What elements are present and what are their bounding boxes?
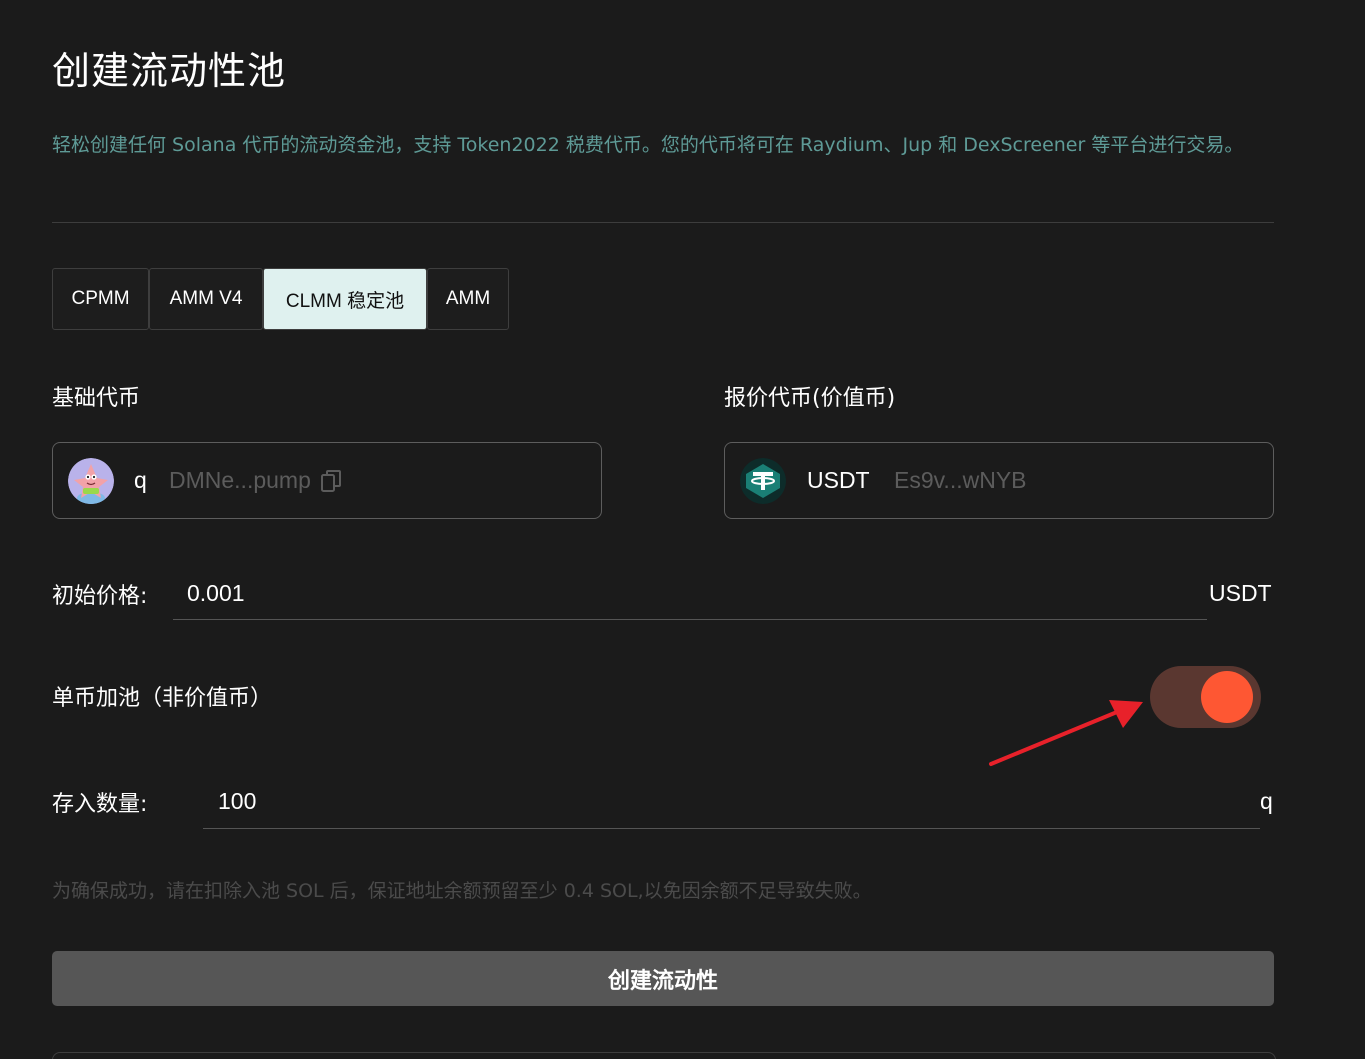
tab-amm-v4[interactable]: AMM V4 — [149, 268, 263, 330]
base-token-symbol: q — [134, 467, 147, 493]
quote-token-selector[interactable]: USDT Es9v...wNYB — [724, 442, 1274, 519]
pool-type-tabs: CPMM AMM V4 CLMM 稳定池 AMM — [52, 268, 509, 330]
page-description: 轻松创建任何 Solana 代币的流动资金池，支持 Token2022 税费代币… — [52, 134, 1244, 156]
toggle-knob — [1201, 671, 1253, 723]
balance-warning-note: 为确保成功，请在扣除入池 SOL 后，保证地址余额预留至少 0.4 SOL,以免… — [52, 880, 872, 902]
tether-logo-icon — [740, 458, 786, 504]
copy-icon[interactable] — [320, 469, 342, 493]
deposit-amount-input[interactable] — [203, 775, 1260, 829]
tab-cpmm[interactable]: CPMM — [52, 268, 149, 330]
create-pool-page: 创建流动性池 轻松创建任何 Solana 代币的流动资金池，支持 Token20… — [0, 0, 1365, 1059]
amount-unit: q — [1260, 788, 1273, 814]
divider — [52, 222, 1274, 223]
tab-clmm[interactable]: CLMM 稳定池 — [263, 268, 427, 330]
patrick-star-avatar-icon — [68, 458, 114, 504]
quote-token-label: 报价代币(价值币) — [724, 386, 896, 411]
page-title: 创建流动性池 — [52, 49, 287, 93]
quote-token-address: Es9v...wNYB — [894, 467, 1027, 493]
bottom-panel — [52, 1052, 1276, 1059]
initial-price-input[interactable] — [173, 568, 1207, 620]
base-token-label: 基础代币 — [52, 386, 141, 411]
red-arrow-annotation — [989, 700, 1143, 766]
tab-amm[interactable]: AMM — [427, 268, 509, 330]
initial-price-label: 初始价格: — [52, 584, 148, 609]
base-token-selector[interactable]: q DMNe...pump — [52, 442, 602, 519]
deposit-amount-label: 存入数量: — [52, 792, 148, 817]
single-side-toggle[interactable] — [1150, 666, 1261, 728]
create-liquidity-button[interactable]: 创建流动性 — [52, 951, 1274, 1006]
single-side-label: 单币加池（非价值币） — [52, 686, 273, 711]
base-token-address: DMNe...pump — [169, 467, 311, 493]
price-unit: USDT — [1209, 580, 1272, 606]
quote-token-symbol: USDT — [807, 467, 870, 493]
